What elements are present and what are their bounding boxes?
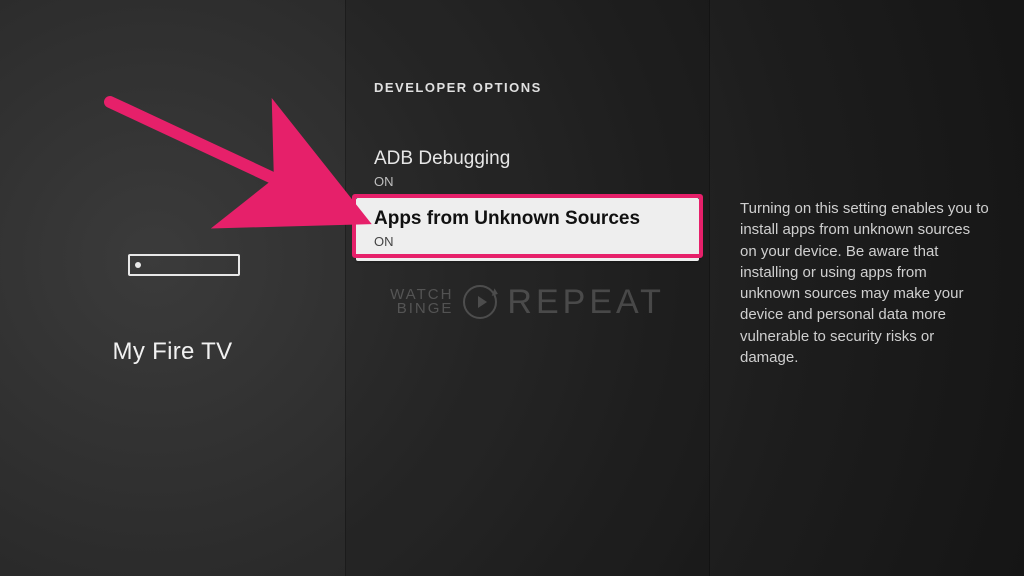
option-label: Apps from Unknown Sources xyxy=(374,208,681,230)
option-adb-debugging[interactable]: ADB Debugging ON xyxy=(356,138,699,201)
option-label: ADB Debugging xyxy=(374,148,681,170)
watermark: WATCH BINGE REPEAT xyxy=(346,276,709,328)
category-panel: My Fire TV xyxy=(0,0,345,576)
option-description: Turning on this setting enables you to i… xyxy=(740,198,990,368)
watermark-text: BINGE xyxy=(390,302,453,316)
slider-thumb[interactable] xyxy=(135,262,141,268)
description-panel: Turning on this setting enables you to i… xyxy=(710,0,1024,576)
category-title: My Fire TV xyxy=(0,338,345,366)
options-panel: DEVELOPER OPTIONS ADB Debugging ON Apps … xyxy=(345,0,710,576)
option-state: ON xyxy=(374,174,681,189)
watermark-text: REPEAT xyxy=(507,283,665,322)
play-repeat-icon xyxy=(463,285,497,319)
page-title: DEVELOPER OPTIONS xyxy=(374,80,542,95)
brightness-slider[interactable] xyxy=(128,254,240,276)
option-state: ON xyxy=(374,234,681,249)
watermark-text: WATCH xyxy=(390,288,453,302)
option-apps-unknown-sources[interactable]: Apps from Unknown Sources ON xyxy=(356,198,699,261)
